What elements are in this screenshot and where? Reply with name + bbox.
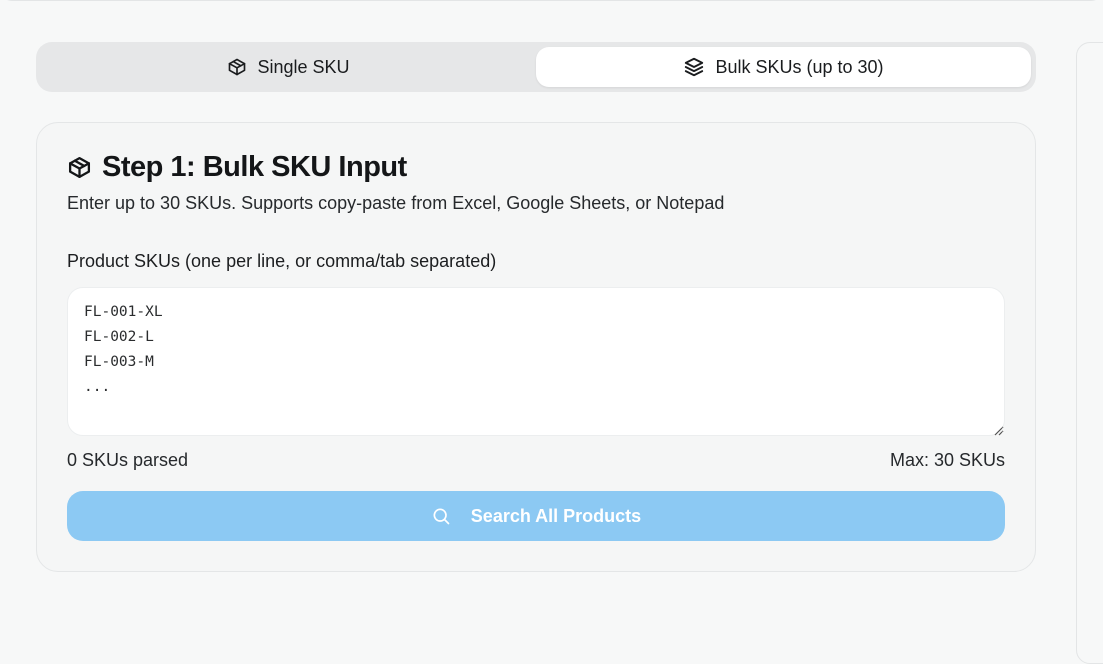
card-title: Step 1: Bulk SKU Input (67, 151, 407, 184)
right-side-panel (1076, 42, 1103, 664)
tab-bulk-skus-label: Bulk SKUs (up to 30) (715, 56, 884, 77)
search-button-label: Search All Products (470, 505, 642, 526)
tab-single-sku-label: Single SKU (257, 56, 350, 77)
top-header-edge (0, 0, 1103, 1)
tab-single-sku[interactable]: Single SKU (41, 47, 536, 87)
search-all-products-button[interactable]: Search All Products (67, 491, 1005, 541)
resize-handle-icon[interactable] (993, 423, 1003, 441)
package-icon (67, 155, 92, 180)
tab-bulk-skus[interactable]: Bulk SKUs (up to 30) (536, 47, 1031, 87)
sku-textarea[interactable] (67, 287, 1005, 436)
parsed-count: 0 SKUs parsed (67, 450, 189, 470)
max-sku-count: Max: 30 SKUs (889, 450, 1005, 470)
sku-field-label: Product SKUs (one per line, or comma/tab… (67, 251, 497, 271)
sku-mode-tabs: Single SKU Bulk SKUs (up to 30) (36, 42, 1036, 92)
layers-icon (683, 56, 705, 78)
search-icon (431, 506, 451, 526)
bulk-sku-input-card: Step 1: Bulk SKU Input Enter up to 30 SK… (36, 122, 1036, 572)
card-description: Enter up to 30 SKUs. Supports copy-paste… (67, 193, 725, 213)
card-title-text: Step 1: Bulk SKU Input (102, 151, 407, 183)
package-icon (227, 57, 247, 77)
